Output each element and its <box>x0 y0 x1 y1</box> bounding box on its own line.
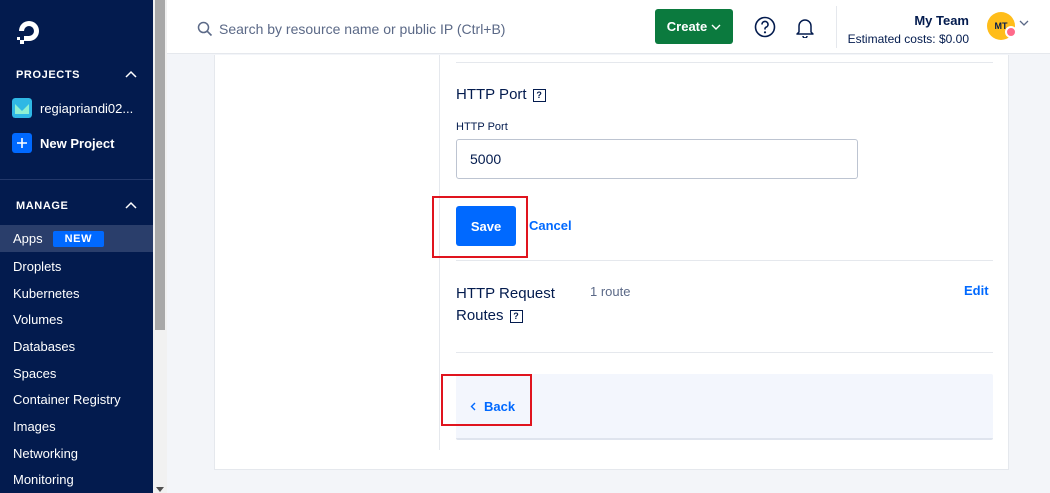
annotation-box-save <box>432 196 528 258</box>
sidebar-item-monitoring[interactable]: Monitoring <box>0 466 153 493</box>
topbar-divider <box>836 6 837 48</box>
cancel-link[interactable]: Cancel <box>529 218 572 233</box>
estimated-costs: Estimated costs: $0.00 <box>847 32 969 46</box>
sidebar-item-droplets[interactable]: Droplets <box>0 253 153 280</box>
help-icon[interactable]: ? <box>532 88 546 102</box>
edit-routes-link[interactable]: Edit <box>964 283 989 298</box>
http-port-title: HTTP Port <box>456 86 527 103</box>
sidebar-item-spaces[interactable]: Spaces <box>0 360 153 387</box>
top-bar: Create My Team Estimated costs: $0.00 MT <box>167 0 1050 54</box>
new-badge: NEW <box>52 230 105 247</box>
manage-header[interactable]: MANAGE <box>16 200 69 212</box>
sidebar-item-label: Apps <box>13 231 43 246</box>
http-port-section-title: HTTP Port? <box>456 86 546 103</box>
search-icon <box>197 21 213 37</box>
annotation-box-back <box>441 374 532 426</box>
sidebar-scrollbar[interactable] <box>153 0 167 493</box>
projects-header[interactable]: PROJECTS <box>16 69 80 81</box>
chevron-down-icon[interactable] <box>1019 20 1029 26</box>
new-project-label: New Project <box>40 135 115 151</box>
routes-title-line1: HTTP Request <box>456 285 555 302</box>
sidebar-item-label: Monitoring <box>13 472 74 487</box>
chevron-down-icon <box>711 24 721 30</box>
routes-title-line2: Routes <box>456 307 504 324</box>
search-input[interactable] <box>219 16 619 42</box>
sidebar-item-label: Container Registry <box>13 392 121 407</box>
http-routes-section-title: HTTP Request Routes? <box>456 283 555 327</box>
sidebar-item-label: Volumes <box>13 312 63 327</box>
sidebar-divider <box>0 179 153 180</box>
route-count: 1 route <box>590 284 631 299</box>
sidebar-item-label: Kubernetes <box>13 286 80 301</box>
section-divider <box>456 352 993 353</box>
sidebar-item-volumes[interactable]: Volumes <box>0 306 153 333</box>
team-name[interactable]: My Team <box>914 13 969 28</box>
http-port-field-label: HTTP Port <box>456 121 508 133</box>
sidebar-item-networking[interactable]: Networking <box>0 440 153 467</box>
sidebar-item-kubernetes[interactable]: Kubernetes <box>0 280 153 307</box>
sidebar: PROJECTS regiapriandi02... New Project M… <box>0 0 153 493</box>
sidebar-item-container-registry[interactable]: Container Registry <box>0 386 153 413</box>
create-button[interactable]: Create <box>655 9 733 44</box>
help-icon[interactable]: ? <box>509 309 523 323</box>
scrollbar-thumb[interactable] <box>155 0 165 330</box>
http-port-input[interactable] <box>456 139 858 179</box>
project-icon <box>12 98 32 118</box>
digitalocean-logo-icon[interactable] <box>14 16 44 46</box>
sidebar-project-item[interactable]: regiapriandi02... <box>12 98 133 118</box>
back-panel: Back <box>456 374 993 440</box>
section-divider <box>456 260 993 261</box>
section-divider <box>456 62 993 63</box>
settings-card: HTTP Port? HTTP Port Save Cancel HTTP Re… <box>214 55 1009 470</box>
avatar-team-icon <box>1005 26 1017 38</box>
sidebar-item-label: Databases <box>13 339 76 354</box>
new-project-button[interactable]: New Project <box>12 133 114 153</box>
sidebar-item-databases[interactable]: Databases <box>0 333 153 360</box>
sidebar-item-apps[interactable]: Apps NEW <box>0 225 153 252</box>
create-label: Create <box>666 19 708 34</box>
scroll-down-arrow-icon[interactable] <box>156 487 164 492</box>
sidebar-item-label: Images <box>13 419 56 434</box>
sidebar-item-label: Droplets <box>13 259 62 274</box>
sidebar-item-label: Spaces <box>13 366 57 381</box>
bell-icon[interactable] <box>794 16 816 38</box>
help-icon[interactable] <box>754 16 776 38</box>
project-name: regiapriandi02... <box>40 100 134 116</box>
sidebar-item-images[interactable]: Images <box>0 413 153 440</box>
chevron-up-icon[interactable] <box>125 70 137 78</box>
sidebar-item-label: Networking <box>13 446 79 461</box>
chevron-up-icon[interactable] <box>125 201 137 209</box>
plus-icon <box>12 133 32 153</box>
